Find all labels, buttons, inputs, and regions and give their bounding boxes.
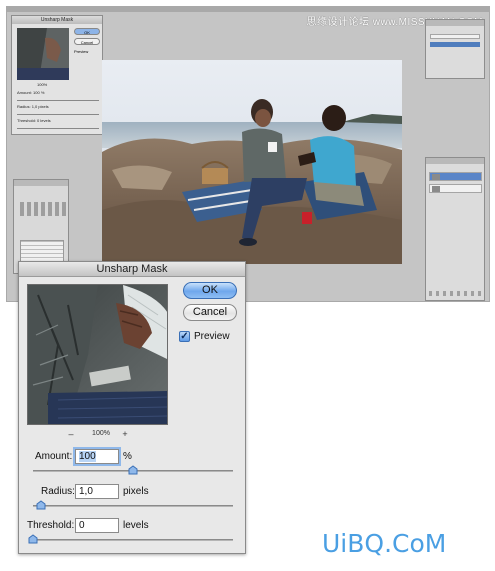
radius-field[interactable]: 1,0 (75, 484, 119, 499)
mini-unsharp-mask-dialog: Unsharp Mask OK Cancel Preview 100% Amou… (11, 15, 103, 135)
history-item[interactable] (430, 34, 480, 39)
amount-slider-handle[interactable] (128, 465, 138, 475)
history-panel (425, 19, 485, 79)
zoom-level: 100% (92, 430, 110, 437)
mini-amount-row: Amount: 100 % (17, 90, 44, 95)
layer-row[interactable] (429, 172, 482, 181)
photoshop-workspace: 思缘设计论坛 www.MISSYUAN.COM Unsharp Mask OK … (6, 6, 490, 302)
mini-radius-unit: pixels (38, 104, 49, 109)
mini-amount-slider[interactable] (17, 100, 99, 101)
mini-zoom-level: 100% (37, 82, 48, 87)
amount-value: 100 (79, 451, 96, 462)
threshold-label: Threshold: (27, 520, 75, 531)
radius-slider-track[interactable] (33, 505, 233, 507)
history-item-selected[interactable] (430, 42, 480, 47)
mini-amount-label: Amount: (17, 90, 32, 95)
amount-field[interactable]: 100 (75, 449, 119, 464)
mini-preview-image (17, 28, 69, 80)
amount-unit: % (123, 451, 132, 462)
mini-radius-label: Radius: (17, 104, 31, 109)
radius-label: Radius: (41, 486, 75, 497)
adjustments-panel (13, 179, 69, 274)
mini-threshold-slider[interactable] (17, 128, 99, 129)
amount-label: Amount: (35, 451, 73, 462)
beach-photo (102, 60, 402, 264)
mini-threshold-label: Threshold: (17, 118, 36, 123)
cancel-button[interactable]: Cancel (183, 304, 237, 321)
unsharp-mask-dialog: Unsharp Mask – 100% + OK Cancel ✓ Previe… (18, 261, 246, 554)
mini-cancel-button[interactable]: Cancel (74, 38, 100, 45)
adjustments-panel-tab[interactable] (14, 180, 68, 186)
layers-panel-tab[interactable] (426, 158, 484, 164)
mini-ok-button[interactable]: OK (74, 28, 100, 35)
zoom-out-button[interactable]: – (65, 429, 77, 439)
mini-radius-slider[interactable] (17, 114, 99, 115)
mini-threshold-row: Threshold: 0 levels (17, 118, 51, 123)
preview-label: Preview (194, 331, 230, 342)
screenshot-root: 思缘设计论坛 www.MISSYUAN.COM Unsharp Mask OK … (0, 0, 495, 571)
history-panel-tab[interactable] (426, 20, 484, 26)
mini-amount-value[interactable]: 100 (33, 90, 40, 95)
mini-threshold-unit: levels (40, 118, 51, 123)
layer-row[interactable] (429, 184, 482, 193)
threshold-field[interactable]: 0 (75, 518, 119, 533)
mini-amount-unit: % (40, 90, 45, 95)
radius-unit: pixels (123, 486, 149, 497)
mini-radius-row: Radius: 1,0 pixels (17, 104, 49, 109)
layer-actions[interactable] (429, 291, 482, 296)
threshold-slider-track[interactable] (33, 539, 233, 541)
radius-slider-handle[interactable] (36, 500, 46, 510)
dialog-title: Unsharp Mask (19, 262, 245, 277)
layer-thumbnail (432, 174, 440, 180)
ok-button[interactable]: OK (183, 282, 237, 299)
threshold-slider-handle[interactable] (28, 534, 38, 544)
preview-checkbox[interactable]: ✓ (179, 331, 190, 342)
preview-jacket-image (28, 285, 167, 424)
adjustment-icons[interactable] (20, 202, 66, 216)
document-canvas[interactable] (102, 60, 402, 264)
layers-panel (425, 157, 485, 301)
threshold-unit: levels (123, 520, 149, 531)
mini-dialog-title: Unsharp Mask (12, 16, 102, 24)
mini-threshold-value[interactable]: 0 (37, 118, 39, 123)
mini-preview-label: Preview (74, 49, 89, 54)
zoom-in-button[interactable]: + (119, 429, 131, 439)
menu-bar (7, 7, 489, 12)
layer-thumbnail (432, 186, 440, 192)
bottom-watermark: UiBQ.CoM (322, 529, 447, 558)
mini-radius-value[interactable]: 1,0 (32, 104, 38, 109)
preview-image[interactable] (27, 284, 168, 425)
